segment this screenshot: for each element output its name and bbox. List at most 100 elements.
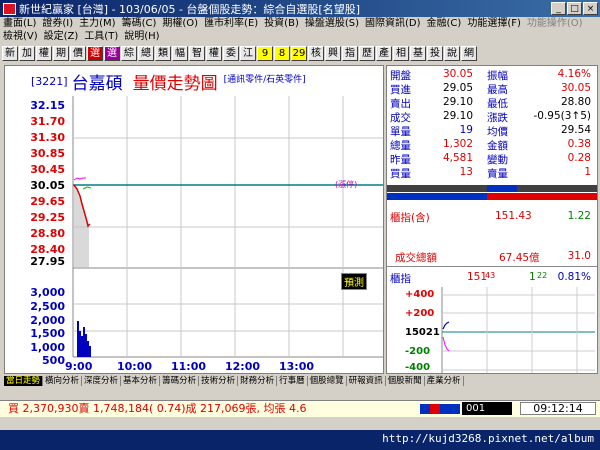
toolbar-button[interactable]: 幅 xyxy=(172,45,188,61)
volume-bar xyxy=(77,321,79,357)
menu-international[interactable]: 國際資訊(D) xyxy=(362,17,424,30)
toolbar-button[interactable]: 說 xyxy=(444,45,460,61)
toolbar-button[interactable]: 權 xyxy=(36,45,52,61)
quote-row: 買量 13 賣量 1 xyxy=(390,166,591,180)
time-tick: 10:00 xyxy=(117,360,153,373)
toolbar-button[interactable]: 興 xyxy=(325,45,341,61)
menu-options[interactable]: 期權(O) xyxy=(159,17,201,30)
taskbar: http://kujd3268.pixnet.net/album xyxy=(0,430,600,450)
mini-index-header: 櫃指 151 43 1 22 0.81% xyxy=(390,271,591,285)
toolbar-button[interactable]: 總 xyxy=(138,45,154,61)
tab-chips[interactable]: 籌碼分析 xyxy=(160,376,200,386)
tab-calendar[interactable]: 行事曆 xyxy=(277,376,308,386)
menu-settings[interactable]: 設定(Z) xyxy=(41,30,82,43)
avg-price-line xyxy=(73,177,86,181)
tab-reports[interactable]: 研報資訊 xyxy=(346,376,386,386)
toolbar-button[interactable]: 委 xyxy=(223,45,239,61)
title-bar: 新世紀贏家 [台灣] - 103/06/05 - 台盤個股走勢：綜合自選股[名望… xyxy=(0,0,600,17)
ref-marker: (漲停) xyxy=(335,179,357,189)
menu-forex[interactable]: 匯市利率(E) xyxy=(201,17,261,30)
toolbar-button[interactable]: 加 xyxy=(19,45,35,61)
volume-bar xyxy=(89,346,91,357)
tab-horizontal[interactable]: 橫向分析 xyxy=(43,376,83,386)
status-indicator xyxy=(420,404,460,414)
toolbar-button[interactable]: 選 xyxy=(104,45,120,61)
menu-function-op[interactable]: 功能操作(O) xyxy=(524,17,586,30)
toolbar-button[interactable]: 核 xyxy=(308,45,324,61)
toolbar-button[interactable]: 綜 xyxy=(121,45,137,61)
menu-view[interactable]: 檢視(V) xyxy=(0,30,41,43)
quote-row: 開盤 30.05 振幅 4.16% xyxy=(390,68,591,82)
maximize-icon[interactable]: □ xyxy=(567,2,582,15)
toolbar-button[interactable]: 相 xyxy=(393,45,409,61)
buy-sell-bar-2 xyxy=(387,193,597,200)
toolbar-button[interactable]: 新 xyxy=(2,45,18,61)
time-tick: 9:00 xyxy=(65,360,93,373)
quote-row: 單量 19 均價 29.54 xyxy=(390,124,591,138)
tab-overview[interactable]: 個股總覽 xyxy=(307,376,347,386)
close-icon[interactable]: × xyxy=(583,2,598,15)
tab-news[interactable]: 個股新聞 xyxy=(385,376,425,386)
otc-index-row: 櫃指(含) 151.43 1.22 xyxy=(390,210,591,224)
toolbar-button[interactable]: 基 xyxy=(410,45,426,61)
tab-financial[interactable]: 財務分析 xyxy=(238,376,278,386)
menu-help[interactable]: 說明(H) xyxy=(121,30,162,43)
toolbar-button[interactable]: 9 xyxy=(257,45,273,61)
volume-bar xyxy=(79,331,81,357)
toolbar-button[interactable]: 類 xyxy=(155,45,171,61)
menu-bar: 畫面(L) 證券(I) 主力(M) 籌碼(C) 期權(O) 匯市利率(E) 投資… xyxy=(0,17,600,30)
menu-tools[interactable]: 工具(T) xyxy=(81,30,121,43)
volume-bar xyxy=(85,334,87,357)
toolbar-button[interactable]: 智 xyxy=(189,45,205,61)
toolbar: 新 加 權 期 價 選 選 綜 總 類 幅 智 權 委 江 9 8 29 核 興… xyxy=(0,44,600,62)
volume-bar xyxy=(81,336,83,357)
toolbar-button[interactable]: 29 xyxy=(291,45,307,61)
toolbar-button[interactable]: 期 xyxy=(53,45,69,61)
buy-sell-bar xyxy=(387,185,597,192)
volume-bars xyxy=(77,321,91,357)
menu-chips[interactable]: 籌碼(C) xyxy=(119,17,160,30)
toolbar-button[interactable]: 8 xyxy=(274,45,290,61)
toolbar-button[interactable]: 江 xyxy=(240,45,256,61)
toolbar-button[interactable]: 價 xyxy=(70,45,86,61)
toolbar-button[interactable]: 產 xyxy=(376,45,392,61)
tab-technical[interactable]: 技術分析 xyxy=(199,376,239,386)
window-title: 新世紀贏家 [台灣] - 103/06/05 - 台盤個股走勢：綜合自選股[名望… xyxy=(19,2,360,16)
menu-main-force[interactable]: 主力(M) xyxy=(76,17,118,30)
toolbar-button[interactable]: 指 xyxy=(342,45,358,61)
toolbar-button[interactable]: 選 xyxy=(87,45,103,61)
toolbar-button[interactable]: 歷 xyxy=(359,45,375,61)
menu-stock-pick[interactable]: 操盤選股(S) xyxy=(302,17,362,30)
tab-intraday[interactable]: 當日走勢 xyxy=(4,376,44,386)
time-tick: 13:00 xyxy=(279,360,315,373)
app-icon xyxy=(3,2,16,15)
quote-panel: 開盤 30.05 振幅 4.16% 買進 29.05 最高 30.05 賣出 29.10 … xyxy=(386,65,598,374)
status-bar: 買 2,370,930賣 1,748,184( 0.74)成 217,069張,… xyxy=(0,400,600,417)
toolbar-button[interactable]: 權 xyxy=(206,45,222,61)
toolbar-button[interactable]: 投 xyxy=(427,45,443,61)
analysis-tabs: 當日走勢 橫向分析 深度分析 基本分析 籌碼分析 技術分析 財務分析 行事曆 個… xyxy=(4,376,600,386)
menu-screen[interactable]: 畫面(L) xyxy=(0,17,39,30)
mini-index-chart xyxy=(441,287,595,373)
status-page-box: 001 xyxy=(462,402,512,415)
trade-summary: 買 2,370,930賣 1,748,184( 0.74)成 217,069張,… xyxy=(8,402,307,415)
tab-fundamental[interactable]: 基本分析 xyxy=(121,376,161,386)
menu-finance[interactable]: 金融(C) xyxy=(424,17,465,30)
menu-function[interactable]: 功能選擇(F) xyxy=(464,17,524,30)
tab-depth[interactable]: 深度分析 xyxy=(82,376,122,386)
menu-investment[interactable]: 投資(B) xyxy=(261,17,302,30)
volume-bar xyxy=(83,327,85,357)
price-volume-chart[interactable]: [3221] 台嘉碩 量價走勢圖 [通訊零件/石英零件] 32.15 31.70… xyxy=(4,65,384,374)
watermark-url: http://kujd3268.pixnet.net/album xyxy=(382,432,594,445)
toolbar-button[interactable]: 網 xyxy=(461,45,477,61)
time-tick: 11:00 xyxy=(171,360,207,373)
volume-bar xyxy=(87,341,89,357)
minimize-icon[interactable]: _ xyxy=(551,2,566,15)
divider xyxy=(387,266,597,267)
forecast-button[interactable]: 預測 xyxy=(341,273,367,290)
price-area xyxy=(74,185,89,268)
tab-industry[interactable]: 產業分析 xyxy=(424,376,464,386)
quote-row: 總量 1,302 金額 0.38 xyxy=(390,138,591,152)
menu-securities[interactable]: 證券(I) xyxy=(39,17,76,30)
chart-svg: (漲停) xyxy=(72,96,383,358)
